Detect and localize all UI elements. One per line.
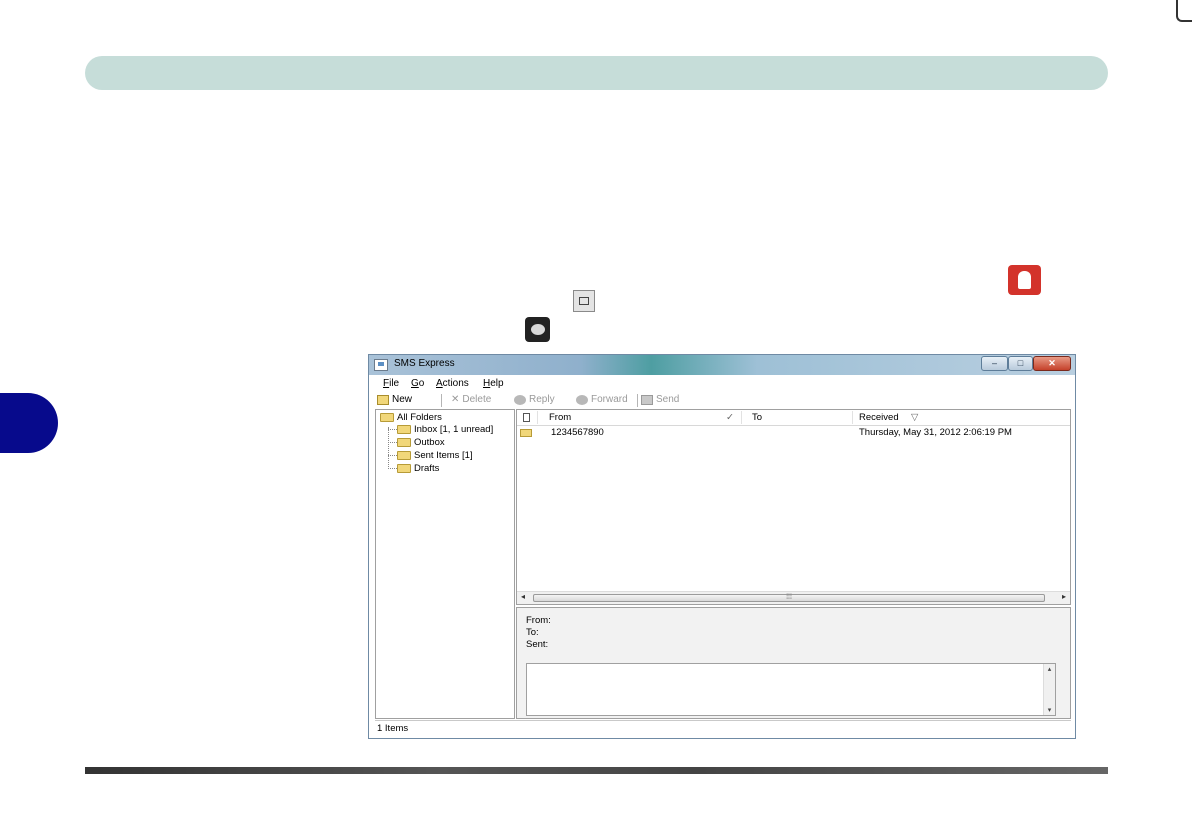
- tree-connector: [388, 442, 397, 443]
- folder-label: Drafts: [414, 463, 440, 474]
- page-icon: [523, 413, 530, 422]
- folder-inbox[interactable]: Inbox [1, 1 unread]: [397, 424, 493, 435]
- scroll-down-icon[interactable]: ▾: [1044, 706, 1055, 714]
- reply-icon: [514, 394, 526, 405]
- reply-button[interactable]: Reply: [514, 394, 555, 405]
- column-to[interactable]: To: [752, 412, 762, 423]
- forward-button[interactable]: Forward: [576, 394, 628, 405]
- folder-label: All Folders: [397, 412, 442, 423]
- tree-connector: [388, 429, 397, 430]
- folder-icon: [397, 438, 411, 447]
- send-label: Send: [656, 394, 680, 405]
- folder-label: Sent Items [1]: [414, 450, 473, 461]
- sms-express-window: SMS Express – □ ✕ File Go Actions Help N…: [368, 354, 1076, 739]
- send-button[interactable]: Send: [641, 394, 679, 405]
- delete-button[interactable]: ✕ Delete: [451, 394, 491, 405]
- table-row[interactable]: 1234567890 Thursday, May 31, 2012 2:06:1…: [517, 426, 1070, 440]
- toolbar-separator: [637, 394, 638, 407]
- page-corner-mark: [1176, 0, 1192, 22]
- tree-connector: [388, 455, 397, 456]
- folder-icon: [397, 451, 411, 460]
- folder-icon: [380, 413, 394, 422]
- tree-connector: [388, 468, 397, 469]
- folder-sent-items[interactable]: Sent Items [1]: [397, 450, 473, 461]
- new-message-icon: [377, 394, 389, 405]
- phone-app-icon: [1008, 265, 1041, 295]
- message-bubble-icon: [525, 317, 550, 342]
- new-button[interactable]: New: [377, 394, 412, 405]
- menu-file[interactable]: File: [383, 378, 399, 389]
- tree-connector: [388, 427, 389, 469]
- menu-bar: File Go Actions Help: [375, 376, 1071, 392]
- toolbar-separator: [441, 394, 442, 407]
- folder-label: Outbox: [414, 437, 445, 448]
- toolbar: New ✕ Delete Reply Forward Send: [375, 392, 1071, 409]
- forward-label: Forward: [591, 394, 628, 405]
- preview-from-label: From:: [526, 615, 551, 626]
- column-check[interactable]: ✓: [726, 412, 734, 423]
- menu-actions[interactable]: Actions: [436, 378, 469, 389]
- row-from: 1234567890: [551, 427, 604, 438]
- delete-icon: ✕: [451, 394, 460, 405]
- status-bar: 1 Items: [375, 720, 1071, 735]
- message-list: From ✓ To Received ▽ 1234567890 Thursday…: [516, 409, 1071, 605]
- new-label: New: [392, 394, 413, 405]
- page-footer-rule: [85, 767, 1108, 774]
- column-separator: [741, 411, 742, 424]
- status-text: 1 Items: [377, 723, 409, 734]
- preview-to-label: To:: [526, 627, 539, 638]
- maximize-button[interactable]: □: [1008, 356, 1033, 371]
- column-separator: [537, 411, 538, 424]
- folder-drafts[interactable]: Drafts: [397, 463, 439, 474]
- vertical-scrollbar[interactable]: ▴ ▾: [1043, 664, 1055, 715]
- preview-sent-label: Sent:: [526, 639, 549, 650]
- column-separator: [852, 411, 853, 424]
- mail-icon: [520, 429, 532, 437]
- message-body[interactable]: ▴ ▾: [526, 663, 1056, 716]
- delete-label: Delete: [462, 394, 492, 405]
- menu-help[interactable]: Help: [483, 378, 504, 389]
- send-icon: [641, 394, 653, 405]
- column-from[interactable]: From: [549, 412, 571, 423]
- sort-icon: ▽: [911, 412, 919, 423]
- minimize-button[interactable]: –: [981, 356, 1008, 371]
- reply-label: Reply: [529, 394, 555, 405]
- folder-all[interactable]: All Folders: [380, 412, 442, 423]
- folder-tree: All Folders Inbox [1, 1 unread] Outbox S…: [375, 409, 515, 719]
- window-title: SMS Express: [394, 358, 455, 369]
- app-icon: [374, 359, 388, 371]
- column-received[interactable]: Received: [859, 412, 899, 423]
- menu-key-icon: [573, 290, 595, 312]
- column-header: From ✓ To Received ▽: [517, 410, 1070, 426]
- scroll-right-icon[interactable]: ▸: [1062, 592, 1066, 601]
- window-titlebar[interactable]: SMS Express – □ ✕: [369, 355, 1075, 375]
- page-header-bar: [85, 56, 1108, 90]
- scroll-up-icon[interactable]: ▴: [1044, 665, 1055, 673]
- horizontal-scrollbar[interactable]: ◂ ⁞⁞⁞ ▸: [517, 591, 1070, 604]
- folder-icon: [397, 464, 411, 473]
- row-received: Thursday, May 31, 2012 2:06:19 PM: [859, 427, 1012, 438]
- folder-outbox[interactable]: Outbox: [397, 437, 445, 448]
- preview-pane: From: To: Sent: ▴ ▾: [516, 607, 1071, 719]
- chapter-side-tab: [0, 393, 58, 453]
- scroll-left-icon[interactable]: ◂: [521, 592, 525, 601]
- folder-icon: [397, 425, 411, 434]
- menu-go[interactable]: Go: [411, 378, 424, 389]
- close-button[interactable]: ✕: [1033, 356, 1071, 371]
- forward-icon: [576, 394, 588, 405]
- scroll-thumb[interactable]: ⁞⁞⁞: [533, 594, 1045, 602]
- folder-label: Inbox [1, 1 unread]: [414, 424, 494, 435]
